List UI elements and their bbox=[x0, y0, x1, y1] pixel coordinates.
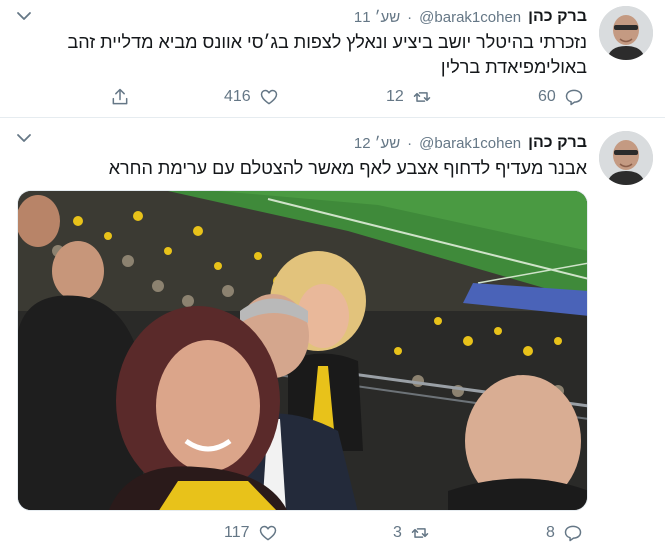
tweet-timestamp[interactable]: 12 שע׳ bbox=[354, 135, 400, 152]
retweet-count: 12 bbox=[386, 88, 404, 105]
chevron-down-icon[interactable] bbox=[14, 8, 34, 24]
heart-icon bbox=[259, 87, 279, 107]
tweet-header: ברק כהן @barak1cohen · 11 שע׳ bbox=[354, 6, 587, 28]
retweet-icon bbox=[412, 87, 432, 107]
reply-icon bbox=[563, 523, 583, 543]
tweet-timestamp[interactable]: 11 שע׳ bbox=[354, 9, 400, 26]
heart-icon bbox=[258, 523, 278, 543]
author-name[interactable]: ברק כהן bbox=[528, 8, 587, 26]
tweet-actions: 8 3 117 bbox=[0, 520, 665, 546]
retweet-button[interactable]: 3 bbox=[393, 520, 430, 546]
tweet-text: אבנר מעדיף לדחוף אצבע לאף מאשר להצטלם עם… bbox=[108, 158, 587, 178]
author-name[interactable]: ברק כהן bbox=[528, 134, 587, 152]
reply-button[interactable]: 8 bbox=[546, 520, 583, 546]
avatar[interactable] bbox=[599, 6, 653, 60]
reply-count: 60 bbox=[538, 88, 556, 105]
retweet-button[interactable]: 12 bbox=[386, 84, 432, 110]
author-handle[interactable]: @barak1cohen bbox=[419, 9, 521, 26]
tweet[interactable]: ברק כהן @barak1cohen · 11 שע׳ נזכרתי בהי… bbox=[0, 0, 665, 118]
separator-dot: · bbox=[407, 134, 413, 152]
share-button[interactable] bbox=[110, 84, 130, 110]
tweet-text: נזכרתי בהיטלר יושב ביציע ונאלץ לצפות בג׳… bbox=[67, 32, 588, 77]
author-handle[interactable]: @barak1cohen bbox=[419, 135, 521, 152]
tweet-actions: 60 12 416 bbox=[0, 84, 665, 110]
like-count: 117 bbox=[224, 524, 250, 541]
chevron-down-icon[interactable] bbox=[14, 130, 34, 146]
retweet-icon bbox=[410, 523, 430, 543]
like-button[interactable]: 416 bbox=[224, 84, 279, 110]
retweet-count: 3 bbox=[393, 524, 402, 541]
reply-button[interactable]: 60 bbox=[538, 84, 584, 110]
tweet[interactable]: ברק כהן @barak1cohen · 12 שע׳ אבנר מעדיף… bbox=[0, 118, 665, 550]
tweet-photo[interactable] bbox=[17, 190, 588, 511]
avatar[interactable] bbox=[599, 131, 653, 185]
tweet-header: ברק כהן @barak1cohen · 12 שע׳ bbox=[354, 132, 587, 154]
like-count: 416 bbox=[224, 88, 251, 105]
share-icon bbox=[110, 87, 130, 107]
reply-icon bbox=[564, 87, 584, 107]
reply-count: 8 bbox=[546, 524, 555, 541]
separator-dot: · bbox=[407, 8, 413, 26]
like-button[interactable]: 117 bbox=[224, 520, 278, 546]
